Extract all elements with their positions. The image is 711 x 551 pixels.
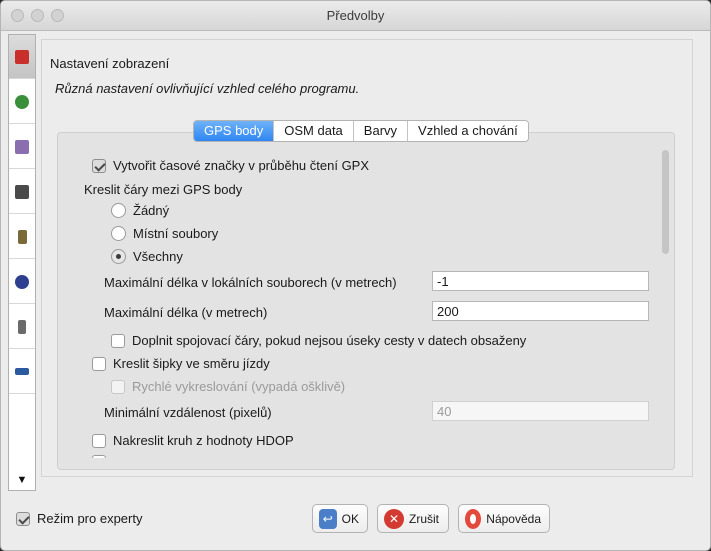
- preferences-sidebar: ▼: [8, 34, 36, 491]
- max-length-input[interactable]: [432, 301, 649, 321]
- tab-look-and-feel[interactable]: Vzhled a chování: [407, 121, 528, 141]
- tab-osm-data[interactable]: OSM data: [273, 121, 353, 141]
- sidebar-item-plugins[interactable]: [9, 170, 35, 214]
- fast-draw-option: Rychlé vykreslování (vypadá ošklivě): [111, 379, 345, 394]
- timestamps-label: Vytvořit časové značky v průběhu čtení G…: [113, 158, 370, 173]
- sidebar-scroll-down[interactable]: ▼: [9, 470, 35, 490]
- radio-none[interactable]: [111, 203, 126, 218]
- max-local-length-input[interactable]: [432, 271, 649, 291]
- fill-lines-label: Doplnit spojovací čáry, pokud nejsou úse…: [132, 333, 527, 348]
- help-button[interactable]: Nápověda: [458, 504, 550, 533]
- sidebar-item-display[interactable]: [9, 35, 35, 79]
- fast-draw-checkbox: [111, 379, 125, 394]
- preferences-window: Předvolby ▼ Nastavení zobrazení Různá na…: [0, 0, 711, 551]
- window-title: Předvolby: [326, 8, 385, 23]
- hdop-label: Nakreslit kruh z hodnoty HDOP: [113, 433, 294, 448]
- page-description: Různá nastavení ovlivňující vzhled celéh…: [55, 81, 360, 96]
- cancel-icon: ✕: [384, 508, 404, 529]
- tab-colors[interactable]: Barvy: [352, 121, 408, 141]
- sidebar-item-map[interactable]: [9, 80, 35, 124]
- hdop-option[interactable]: Nakreslit kruh z hodnoty HDOP: [92, 433, 294, 448]
- lifebuoy-icon: [465, 508, 482, 529]
- expert-mode-checkbox[interactable]: [16, 511, 30, 526]
- help-button-label: Nápověda: [486, 511, 541, 526]
- radio-none-label: Žádný: [133, 203, 170, 218]
- radio-none-option[interactable]: Žádný: [111, 203, 169, 218]
- fill-lines-checkbox[interactable]: [111, 333, 125, 348]
- max-length-label: Maximální délka (v metrech): [104, 305, 268, 320]
- arrows-checkbox[interactable]: [92, 356, 106, 371]
- radio-all[interactable]: [111, 249, 126, 264]
- title-bar: Předvolby: [1, 1, 710, 31]
- shortcuts-icon: [15, 274, 29, 289]
- cancel-button[interactable]: ✕ Zrušit: [377, 504, 449, 533]
- arrows-option[interactable]: Kreslit šipky ve směru jízdy: [92, 356, 270, 371]
- timestamps-option[interactable]: Vytvořit časové značky v průběhu čtení G…: [92, 158, 369, 173]
- fast-draw-label: Rychlé vykreslování (vypadá ošklivě): [132, 379, 346, 394]
- back-arrow-icon: ↩: [319, 508, 337, 529]
- plugin-icon: [15, 184, 29, 199]
- sidebar-item-security[interactable]: [9, 215, 35, 259]
- next-option-checkbox[interactable]: [92, 455, 106, 458]
- radio-all-option[interactable]: Všechny: [111, 249, 183, 264]
- expert-mode-option[interactable]: Režim pro experty: [16, 511, 142, 526]
- radio-all-label: Všechny: [133, 249, 183, 264]
- connection-icon: [15, 368, 29, 375]
- sidebar-item-shortcuts[interactable]: [9, 260, 35, 304]
- arrows-label: Kreslit šipky ve směru jízdy: [113, 356, 270, 371]
- radio-local-label: Místní soubory: [133, 226, 219, 241]
- cancel-button-label: Zrušit: [409, 511, 439, 526]
- sidebar-item-remote[interactable]: [9, 305, 35, 349]
- gps-settings-list: Vytvořit časové značky v průběhu čtení G…: [69, 147, 671, 458]
- min-distance-label: Minimální vzdálenost (pixelů): [104, 405, 272, 420]
- hdop-checkbox[interactable]: [92, 433, 106, 448]
- vertical-scrollbar[interactable]: [661, 150, 671, 455]
- next-option-partial[interactable]: [92, 455, 113, 458]
- page-title: Nastavení zobrazení: [50, 56, 170, 71]
- expert-mode-label: Režim pro experty: [37, 511, 143, 526]
- sidebar-item-connection[interactable]: [9, 350, 35, 394]
- ok-button[interactable]: ↩ OK: [312, 504, 368, 533]
- tab-gps-points[interactable]: GPS body: [194, 121, 274, 141]
- map-style-icon: [15, 139, 29, 154]
- radio-local-option[interactable]: Místní soubory: [111, 226, 218, 241]
- radio-local-files[interactable]: [111, 226, 126, 241]
- tab-bar: GPS body OSM data Barvy Vzhled a chování: [193, 120, 529, 142]
- sidebar-item-map-style[interactable]: [9, 125, 35, 169]
- display-settings-icon: [15, 49, 29, 64]
- min-distance-input: [432, 401, 649, 421]
- ok-button-label: OK: [341, 511, 359, 526]
- remote-control-icon: [18, 319, 26, 334]
- fill-lines-option[interactable]: Doplnit spojovací čáry, pokud nejsou úse…: [111, 333, 526, 348]
- timestamps-checkbox[interactable]: [92, 158, 106, 173]
- max-local-label: Maximální délka v lokálních souborech (v…: [104, 275, 397, 290]
- globe-icon: [15, 94, 29, 109]
- scrollbar-thumb[interactable]: [662, 150, 669, 254]
- draw-lines-label: Kreslit čáry mezi GPS body: [84, 182, 243, 197]
- lock-icon: [17, 229, 27, 244]
- settings-content: Nastavení zobrazení Různá nastavení ovli…: [41, 39, 693, 477]
